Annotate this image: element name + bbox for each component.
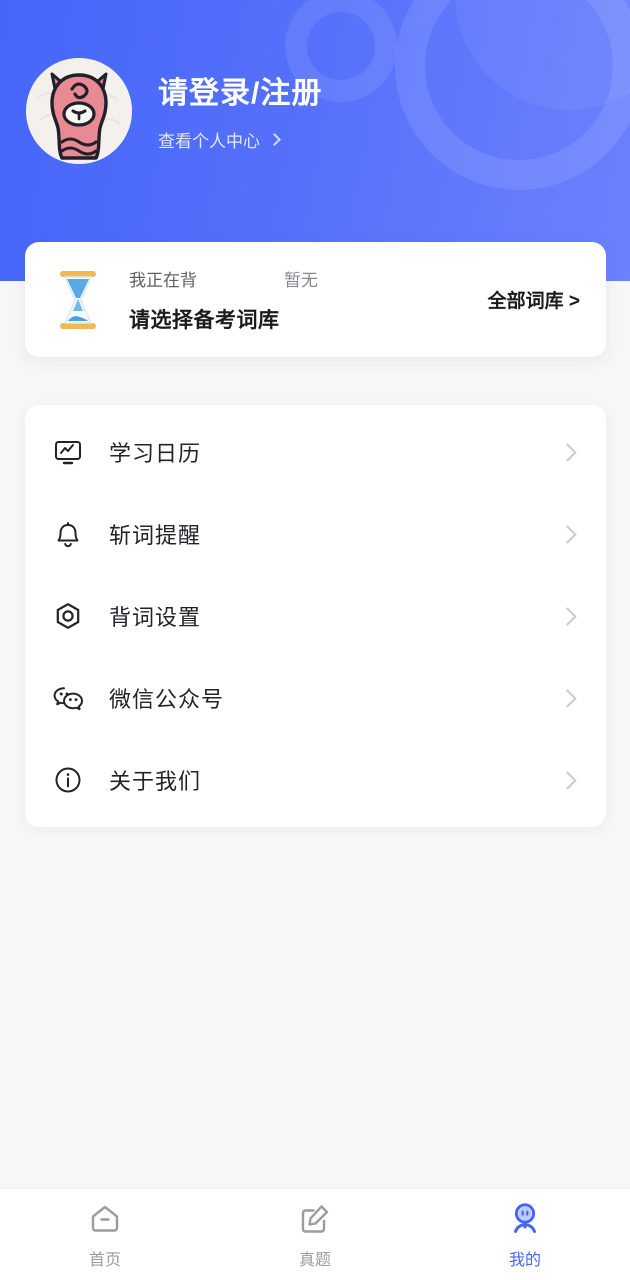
- profile-header: 请登录/注册 查看个人中心: [0, 0, 630, 281]
- settings-menu-card: 学习日历 斩词提醒 背词设置 微信公众号 关于我们: [25, 405, 606, 827]
- login-title[interactable]: 请登录/注册: [158, 75, 322, 113]
- wechat-icon: [49, 679, 87, 717]
- alpaca-avatar-icon: [26, 58, 132, 164]
- chevron-right-icon: [558, 524, 577, 544]
- tab-label: 真题: [298, 1252, 331, 1269]
- wordbank-label: 我正在背: [129, 270, 197, 290]
- avatar[interactable]: [26, 58, 132, 164]
- tab-home[interactable]: 首页: [0, 1189, 210, 1280]
- info-circle-icon: [49, 761, 87, 799]
- menu-item-label: 背词设置: [109, 605, 202, 630]
- hex-gear-icon: [49, 597, 87, 635]
- menu-item-word-settings[interactable]: 背词设置: [25, 575, 606, 657]
- menu-item-label: 微信公众号: [109, 687, 225, 712]
- chevron-right-icon: [558, 770, 577, 790]
- edit-square-icon: [296, 1199, 334, 1239]
- decorative-ring-large: [395, 0, 630, 190]
- tab-label: 我的: [508, 1252, 541, 1269]
- home-icon: [86, 1199, 124, 1239]
- all-wordbanks-link[interactable]: 全部词库 >: [488, 286, 580, 313]
- wordbank-status-row: 我正在背 暂无: [129, 266, 488, 291]
- menu-item-label: 关于我们: [109, 769, 202, 794]
- profile-text: 请登录/注册 查看个人中心: [158, 71, 322, 152]
- bell-icon: [49, 515, 87, 553]
- menu-item-word-reminder[interactable]: 斩词提醒: [25, 493, 606, 575]
- menu-item-wechat-official[interactable]: 微信公众号: [25, 657, 606, 739]
- wordbank-info: 我正在背 暂无 请选择备考词库: [129, 266, 488, 334]
- monitor-chart-icon: [49, 433, 87, 471]
- bottom-tab-bar: 首页 真题 我的: [0, 1188, 630, 1280]
- chevron-right-icon: [558, 688, 577, 708]
- menu-item-label: 斩词提醒: [109, 523, 202, 548]
- chevron-right-icon: [268, 132, 281, 146]
- menu-item-about-us[interactable]: 关于我们: [25, 739, 606, 821]
- profile-center-link[interactable]: 查看个人中心: [158, 127, 322, 152]
- chevron-right-icon: [558, 442, 577, 462]
- wordbank-value: 暂无: [284, 270, 318, 290]
- hourglass-icon: [47, 269, 109, 331]
- menu-item-study-calendar[interactable]: 学习日历: [25, 411, 606, 493]
- person-icon: [506, 1199, 544, 1239]
- profile-center-label: 查看个人中心: [158, 131, 260, 151]
- tab-mine[interactable]: 我的: [420, 1189, 630, 1280]
- wordbank-card[interactable]: 我正在背 暂无 请选择备考词库 全部词库 >: [25, 242, 606, 357]
- profile-block[interactable]: 请登录/注册 查看个人中心: [26, 58, 322, 164]
- menu-item-label: 学习日历: [109, 441, 202, 466]
- tab-label: 首页: [88, 1252, 121, 1269]
- chevron-right-icon: [558, 606, 577, 626]
- wordbank-title[interactable]: 请选择备考词库: [129, 304, 488, 334]
- tab-exam-papers[interactable]: 真题: [210, 1189, 420, 1280]
